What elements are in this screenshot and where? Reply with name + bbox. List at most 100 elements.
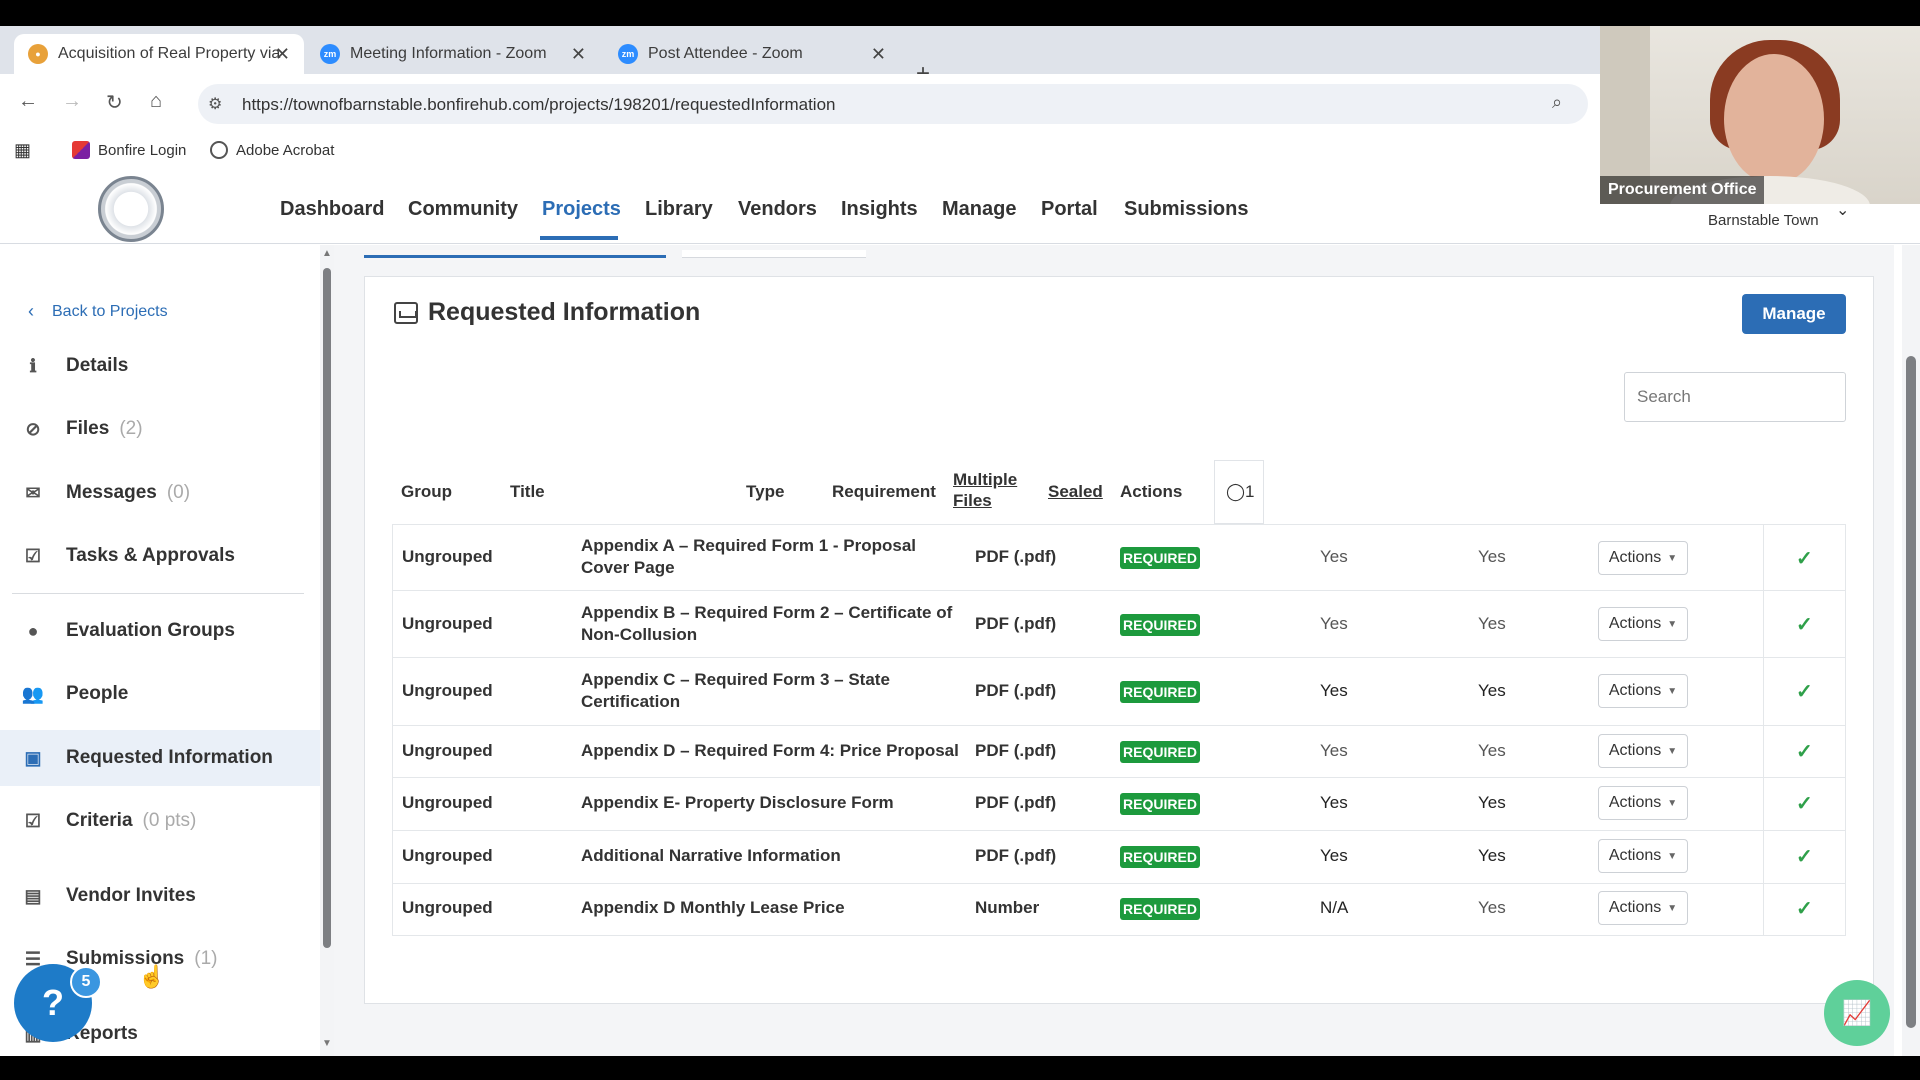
checkmark-icon: ✓ <box>1796 681 1813 703</box>
cell-title[interactable]: Appendix D Monthly Lease Price <box>581 897 961 919</box>
col-requirement[interactable]: Requirement <box>832 481 936 502</box>
envelope-icon: ✉ <box>25 482 41 503</box>
col-group[interactable]: Group <box>401 481 452 502</box>
actions-dropdown[interactable]: Actions ▼ <box>1598 839 1688 873</box>
info-icon: ℹ <box>29 355 37 376</box>
close-icon[interactable]: ✕ <box>871 44 886 65</box>
nav-library[interactable]: Library <box>645 198 713 221</box>
files-count: (2) <box>119 418 143 439</box>
cell-title[interactable]: Appendix B – Required Form 2 – Certifica… <box>581 602 961 646</box>
video-call-overlay[interactable]: Procurement Office <box>1600 26 1920 204</box>
back-arrow-icon[interactable]: ← <box>18 90 38 113</box>
circle-icon: ◯ <box>1226 482 1246 501</box>
site-settings-icon[interactable]: ⚙ <box>208 94 222 114</box>
sidebar-item-label: People <box>66 683 129 704</box>
sidebar-item-people[interactable]: 👥 People <box>0 666 320 722</box>
page-scroll-thumb[interactable] <box>1906 356 1916 1028</box>
nav-vendors[interactable]: Vendors <box>738 198 817 221</box>
sidebar-item-criteria[interactable]: ☑ Criteria (0 pts) <box>0 793 320 849</box>
actions-dropdown[interactable]: Actions ▼ <box>1598 674 1688 708</box>
chevron-left-icon: ‹ <box>28 301 34 321</box>
bonfire-icon: ● <box>28 44 48 64</box>
col-type[interactable]: Type <box>746 481 784 502</box>
cell-group: Ungrouped <box>402 898 493 917</box>
back-label: Back to Projects <box>52 302 168 320</box>
cell-group: Ungrouped <box>402 547 493 566</box>
sidebar-item-vendor-invites[interactable]: ▤ Vendor Invites <box>0 868 320 924</box>
back-to-projects-link[interactable]: ‹ Back to Projects <box>28 301 168 322</box>
nav-community[interactable]: Community <box>408 198 518 221</box>
close-icon[interactable]: ✕ <box>275 44 290 65</box>
nav-manage[interactable]: Manage <box>942 198 1016 221</box>
col-sealed[interactable]: Sealed <box>1048 481 1103 502</box>
nav-portal[interactable]: Portal <box>1041 198 1098 221</box>
search-input[interactable] <box>1624 372 1846 422</box>
column-divider <box>1763 524 1764 936</box>
circle-icon: ● <box>27 620 39 641</box>
col-title[interactable]: Title <box>510 481 545 502</box>
actions-dropdown[interactable]: Actions ▼ <box>1598 734 1688 768</box>
zoom-magnifier-icon[interactable]: ⌕ <box>1552 92 1562 113</box>
actions-dropdown[interactable]: Actions ▼ <box>1598 541 1688 575</box>
scroll-up-icon[interactable]: ▲ <box>320 248 334 259</box>
caret-down-icon: ▼ <box>1667 552 1678 564</box>
town-seal-logo[interactable] <box>98 176 164 242</box>
nav-submissions[interactable]: Submissions <box>1124 198 1248 221</box>
account-name[interactable]: Barnstable Town <box>1708 212 1819 229</box>
cell-title[interactable]: Appendix A – Required Form 1 - Proposal … <box>581 535 961 579</box>
tab-label: Acquisition of Real Property via <box>58 45 281 62</box>
apps-grid-icon[interactable]: ▦ <box>14 138 31 162</box>
actions-dropdown[interactable]: Actions ▼ <box>1598 607 1688 641</box>
scroll-down-icon[interactable]: ▼ <box>320 1038 334 1049</box>
home-icon[interactable]: ⌂ <box>150 90 162 113</box>
browser-tab-2[interactable]: zm Meeting Information - Zoom ✕ <box>306 34 600 74</box>
contact-icon: ▤ <box>24 885 42 906</box>
sidebar-item-requested-information[interactable]: ▣ Requested Information <box>0 730 320 786</box>
cell-sealed: Yes <box>1478 547 1506 566</box>
sidebar-item-tasks-approvals[interactable]: ☑ Tasks & Approvals <box>0 528 320 584</box>
checkmark-icon: ✓ <box>1796 741 1813 763</box>
cell-title[interactable]: Appendix C – Required Form 3 – State Cer… <box>581 669 961 713</box>
bookmark-adobe-acrobat[interactable]: Adobe Acrobat <box>210 138 334 162</box>
sidebar-scroll-thumb[interactable] <box>323 268 331 948</box>
sidebar-item-files[interactable]: ⊘ Files (2) <box>0 401 320 457</box>
sidebar-divider <box>12 593 304 594</box>
bookmark-bonfire-login[interactable]: Bonfire Login <box>72 138 186 162</box>
cell-title[interactable]: Appendix E- Property Disclosure Form <box>581 792 961 814</box>
forward-arrow-icon[interactable]: → <box>62 90 82 113</box>
cell-type: Number <box>975 898 1040 917</box>
nav-projects[interactable]: Projects <box>542 198 621 221</box>
col-multiple-files[interactable]: Multiple Files <box>953 469 1023 511</box>
browser-tab-3[interactable]: zm Post Attendee - Zoom ✕ <box>604 34 900 74</box>
manage-button[interactable]: Manage <box>1742 294 1846 334</box>
sidebar-item-label: Criteria <box>66 810 133 831</box>
close-icon[interactable]: ✕ <box>571 44 586 65</box>
project-subtab-active[interactable] <box>364 250 666 258</box>
cell-multiple-files: N/A <box>1320 898 1349 917</box>
actions-dropdown[interactable]: Actions ▼ <box>1598 891 1688 925</box>
cell-group: Ungrouped <box>402 614 493 633</box>
column-counter[interactable]: ◯1 <box>1226 482 1255 502</box>
url-text[interactable]: https://townofbarnstable.bonfirehub.com/… <box>242 95 835 115</box>
analytics-fab-chart-icon[interactable]: 📈 <box>1824 980 1890 1046</box>
caret-down-icon: ▼ <box>1667 902 1678 914</box>
cell-sealed: Yes <box>1478 614 1506 633</box>
video-participant-label: Procurement Office <box>1600 176 1765 204</box>
checkmark-icon: ✓ <box>1796 846 1813 868</box>
sidebar-item-label: Tasks & Approvals <box>66 545 235 566</box>
cell-title[interactable]: Appendix D – Required Form 4: Price Prop… <box>581 740 961 762</box>
sidebar-item-messages[interactable]: ✉ Messages (0) <box>0 465 320 521</box>
reload-icon[interactable]: ↻ <box>106 90 123 115</box>
browser-tab-1[interactable]: ● Acquisition of Real Property via ✕ <box>14 34 304 74</box>
actions-dropdown[interactable]: Actions ▼ <box>1598 786 1688 820</box>
sidebar-item-details[interactable]: ℹ Details <box>0 338 320 394</box>
project-subtab[interactable] <box>682 250 866 258</box>
nav-insights[interactable]: Insights <box>841 198 918 221</box>
nav-dashboard[interactable]: Dashboard <box>280 198 384 221</box>
cell-sealed: Yes <box>1478 898 1506 917</box>
sidebar-item-evaluation-groups[interactable]: ● Evaluation Groups <box>0 603 320 659</box>
cell-multiple-files: Yes <box>1320 681 1348 700</box>
caret-down-icon: ▼ <box>1667 618 1678 630</box>
cell-title[interactable]: Additional Narrative Information <box>581 845 961 867</box>
bookmark-label: Adobe Acrobat <box>236 141 335 159</box>
